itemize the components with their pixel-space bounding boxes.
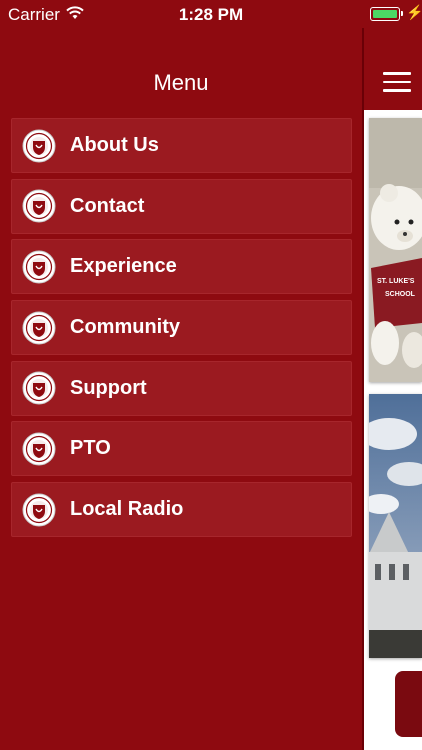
- menu-item-label: Experience: [70, 255, 177, 278]
- church-photo[interactable]: [369, 394, 422, 658]
- battery-icon: [370, 7, 403, 21]
- menu-item-label: Contact: [70, 194, 145, 217]
- svg-text:SCHOOL: SCHOOL: [385, 291, 416, 298]
- school-seal-icon: [22, 189, 56, 223]
- menu-item-label: PTO: [70, 437, 111, 460]
- clock: 1:28 PM: [178, 5, 244, 24]
- school-seal-icon: [22, 493, 56, 527]
- teddy-bear-photo[interactable]: ST. LUKE'S SCHOOL: [369, 118, 422, 382]
- school-seal-icon: [22, 432, 56, 466]
- menu-title: Menu: [153, 70, 209, 95]
- drawer-shadow: [362, 28, 364, 750]
- status-bar: Carrier 1:28 PM ⚡: [0, 0, 422, 28]
- school-seal-icon: [22, 371, 56, 405]
- menu-item-label: Community: [70, 316, 180, 339]
- menu-item-local-radio[interactable]: Local Radio: [11, 482, 352, 538]
- menu-item-label: About Us: [70, 134, 159, 156]
- nav-bar: [362, 28, 422, 110]
- menu-item-label: Local Radio: [70, 498, 184, 521]
- school-seal-icon: [22, 129, 56, 163]
- menu-item-experience[interactable]: Experience: [11, 239, 352, 295]
- svg-text:ST. LUKE'S: ST. LUKE'S: [377, 278, 415, 285]
- menu-item-label: Support: [70, 376, 147, 399]
- menu-item-community[interactable]: Community: [11, 300, 352, 356]
- hamburger-menu-icon[interactable]: [383, 72, 411, 92]
- menu-item-support[interactable]: Support: [11, 360, 352, 416]
- menu-list: About Us Contact Experience Community Su…: [11, 118, 352, 543]
- main-content-peek[interactable]: ST. LUKE'S SCHOOL: [362, 28, 422, 750]
- side-menu: Menu About Us Contact Experience Communi…: [0, 28, 362, 750]
- school-seal-icon: [22, 311, 56, 345]
- menu-item-pto[interactable]: PTO: [11, 421, 352, 477]
- charging-bolt-icon: ⚡: [406, 4, 422, 20]
- menu-item-contact[interactable]: Contact: [11, 178, 352, 234]
- action-button[interactable]: [395, 671, 422, 737]
- school-seal-icon: [22, 250, 56, 284]
- menu-item-about-us[interactable]: About Us: [11, 118, 352, 173]
